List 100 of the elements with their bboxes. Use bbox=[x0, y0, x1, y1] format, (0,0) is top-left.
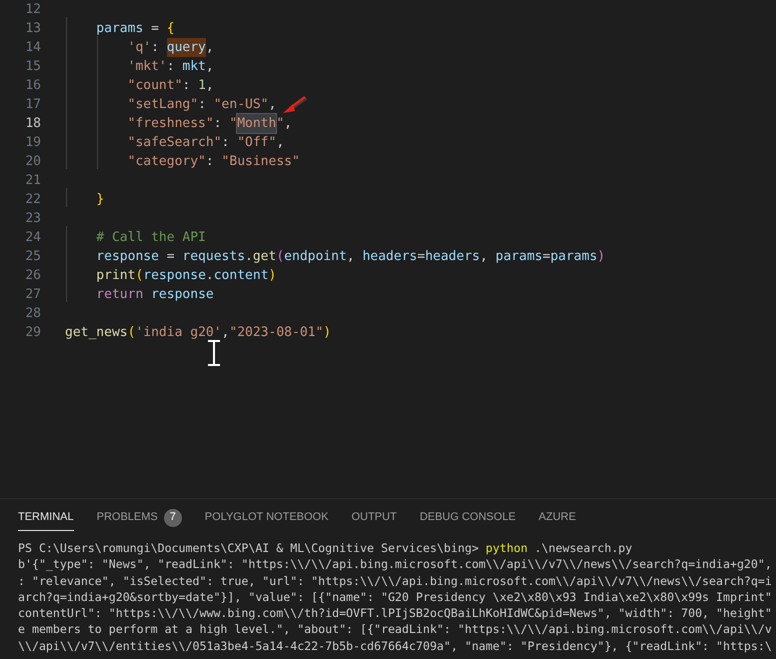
code-token: response bbox=[143, 266, 206, 285]
code-token: , bbox=[284, 114, 292, 133]
code-token: "category" bbox=[126, 152, 206, 171]
terminal-line: : "relevance", "isSelected": true, "url": "https:\\/\\/api.bing.microsoft.com\\/api\\/v7\\/news\\/search?q=i bbox=[18, 572, 772, 589]
text-cursor-icon bbox=[207, 340, 221, 366]
code-token: , bbox=[206, 58, 214, 76]
code-token: query bbox=[166, 38, 206, 58]
code-token: , bbox=[480, 248, 489, 266]
code-token: get bbox=[252, 248, 276, 266]
line-number: 20 bbox=[24, 152, 41, 171]
code-token: " bbox=[229, 114, 238, 133]
line-number: 29 bbox=[24, 324, 41, 342]
panel-tab[interactable]: OUTPUT bbox=[351, 505, 397, 531]
panel-tab[interactable]: PROBLEMS 7 bbox=[96, 505, 182, 531]
line-number: 25 bbox=[24, 248, 41, 266]
terminal-line: \\/api\\/v7\\/entities\\/051a3be4-5a14-4c22-7b5b-cd67664c709a", "name": "Presidency"}, {"readLink": "https:\ bbox=[18, 638, 772, 654]
code-token: , bbox=[222, 324, 230, 342]
code-token: "count" bbox=[126, 76, 182, 95]
line-number: 14 bbox=[24, 38, 41, 57]
line-number: 28 bbox=[24, 304, 41, 323]
code-token: headers bbox=[362, 248, 418, 266]
code-token: " bbox=[276, 114, 284, 133]
code-token: ) bbox=[323, 324, 332, 342]
line-number: 21 bbox=[24, 172, 41, 190]
code-token: # Call the API bbox=[95, 228, 206, 247]
line-number: 22 bbox=[24, 190, 41, 209]
code-token: 1 bbox=[198, 76, 206, 95]
code-token: "Business" bbox=[222, 152, 300, 171]
terminal-command: python bbox=[486, 540, 528, 556]
code-token: : bbox=[166, 58, 176, 76]
code-token: : bbox=[222, 134, 230, 152]
code-token: params bbox=[550, 248, 598, 266]
code-token: . bbox=[206, 266, 214, 285]
code-token: : bbox=[198, 96, 207, 114]
code-token: "Off" bbox=[237, 134, 276, 152]
code-token: : bbox=[151, 38, 160, 57]
code-token: response bbox=[95, 248, 159, 266]
code-token: ) bbox=[268, 266, 276, 285]
code-token: = bbox=[150, 20, 160, 38]
code-token: , bbox=[276, 134, 284, 152]
terminal-prompt: PS C:\Users\romungi\Documents\CXP\AI & ML\Cognitive Services\bing> bbox=[18, 540, 480, 556]
code-token: return bbox=[95, 286, 144, 304]
line-number: 15 bbox=[24, 58, 41, 76]
terminal-line: e members to perform at a high level.", "about": [{"readLink": "https:\\/\\/api.bing.microsoft.com\\/api\\/v bbox=[18, 621, 772, 638]
line-number: 16 bbox=[24, 76, 41, 95]
line-number: 24 bbox=[24, 228, 41, 247]
code-token: headers bbox=[425, 248, 480, 266]
arrow-icon bbox=[281, 95, 309, 115]
code-token: ( bbox=[276, 248, 284, 266]
code-token: : bbox=[214, 114, 223, 133]
code-token: . bbox=[245, 248, 253, 266]
count-badge: 7 bbox=[164, 508, 182, 526]
code-token: 'mkt' bbox=[126, 58, 167, 76]
panel-tab[interactable]: TERMINAL bbox=[18, 505, 74, 531]
code-token: 'q' bbox=[126, 38, 152, 57]
code-token: response bbox=[150, 286, 214, 304]
line-number: 17 bbox=[24, 96, 41, 114]
terminal-line: b'{"_type": "News", "readLink": "https:\\/\\/api.bing.microsoft.com\\/api\\/v7\\/news\\/search?q=india+g20", bbox=[18, 556, 772, 573]
terminal-line: arch?q=india+g20&sortby=date"}], "value": [{"name": "G20 Presidency \xe2\x80\x93 India\xe2\x80\x99s Imprint" bbox=[18, 588, 772, 606]
code-token: = bbox=[166, 248, 176, 266]
code-token: , bbox=[346, 248, 356, 266]
code-token: ( bbox=[128, 324, 136, 342]
line-number: 18 bbox=[24, 114, 41, 133]
code-token: , bbox=[206, 38, 214, 57]
code-token: print bbox=[95, 266, 136, 285]
panel-tab[interactable]: DEBUG CONSOLE bbox=[420, 505, 516, 531]
code-token: requests bbox=[182, 248, 246, 266]
code-token: { bbox=[166, 20, 175, 38]
code-token: } bbox=[95, 190, 104, 209]
code-token: ) bbox=[597, 248, 606, 266]
code-token: "setLang" bbox=[126, 96, 198, 114]
code-token: content bbox=[214, 266, 269, 285]
line-number: 12 bbox=[24, 0, 41, 19]
code-token: , bbox=[206, 76, 214, 95]
code-token: ( bbox=[135, 266, 144, 285]
panel-tab[interactable]: POLYGLOT NOTEBOOK bbox=[204, 505, 328, 531]
code-token: = bbox=[542, 248, 550, 266]
panel-tab[interactable]: AZURE bbox=[538, 505, 576, 531]
code-token: get_news bbox=[65, 324, 128, 342]
code-token: mkt bbox=[182, 58, 206, 76]
line-number: 27 bbox=[24, 286, 41, 304]
line-number: 19 bbox=[24, 134, 41, 152]
code-token: : bbox=[182, 76, 192, 95]
terminal-args: .\newsearch.py bbox=[534, 540, 632, 556]
terminal-line: contentUrl": "https:\\/\\/www.bing.com\\/th?id=OVFT.lPIjSB2ocQBaiLhKoHIdWC&pid=News", "width": 700, "height" bbox=[18, 605, 772, 622]
line-number: 26 bbox=[24, 266, 41, 285]
code-token: params bbox=[95, 20, 144, 38]
line-number: 23 bbox=[24, 210, 41, 228]
code-token: , bbox=[268, 96, 276, 114]
code-token: Month bbox=[237, 114, 276, 134]
code-token: : bbox=[206, 152, 215, 171]
code-token: 'india g20' bbox=[135, 324, 222, 342]
code-token: = bbox=[417, 248, 426, 266]
code-token: "safeSearch" bbox=[126, 134, 222, 152]
line-number: 13 bbox=[24, 20, 41, 38]
code-token: "2023-08-01" bbox=[229, 324, 324, 342]
code-token: params bbox=[496, 248, 542, 266]
code-token: endpoint bbox=[284, 248, 347, 266]
code-token: "freshness" bbox=[126, 114, 214, 133]
code-token: "en-US" bbox=[214, 96, 269, 114]
